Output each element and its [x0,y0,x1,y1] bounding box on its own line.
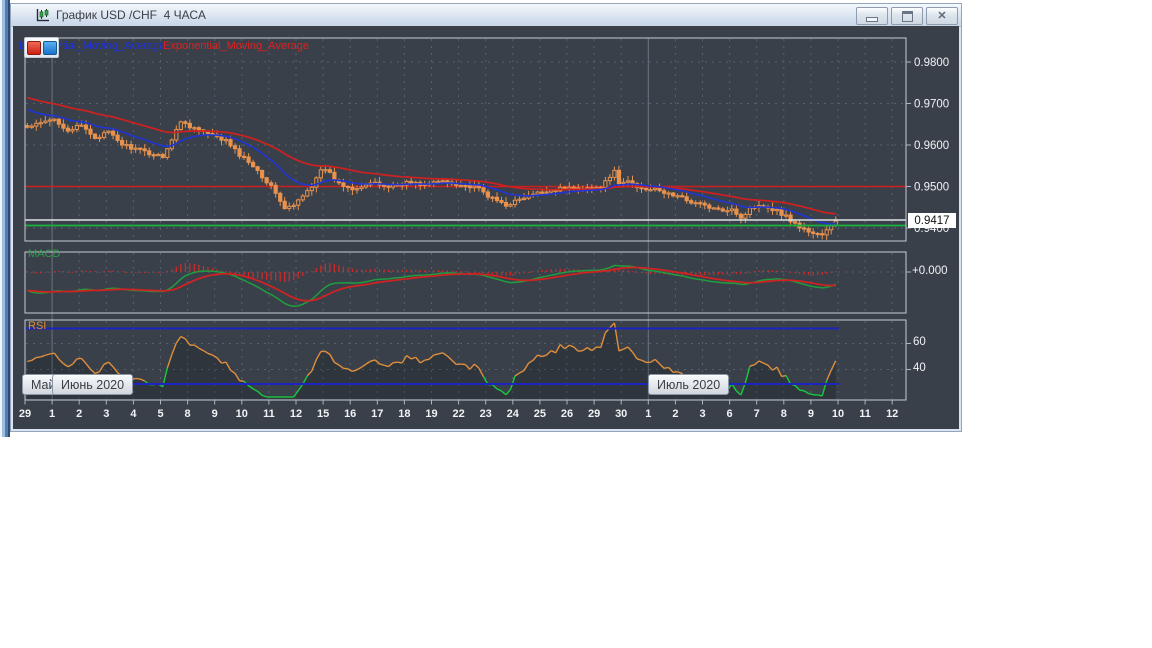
chart-window: График USD /CHF 4 ЧАСА ✕ [10,3,962,432]
red-indicator-button[interactable] [26,40,41,55]
period-label-june[interactable]: Июнь 2020 [52,374,134,395]
macd-label: MACD [28,248,61,260]
blue-indicator-button[interactable] [42,40,57,55]
period-label-july[interactable]: Июль 2020 [648,374,730,395]
rsi-label: RSI [28,320,47,332]
minimize-icon [866,16,878,22]
minimize-button[interactable] [856,7,888,25]
chart-icon [36,8,49,21]
window-title: График USD /CHF 4 ЧАСА [56,8,206,22]
chart-client-area[interactable] [13,26,959,429]
legend-ema-slow: Exponential_Moving_Average [163,40,309,52]
restore-icon [901,10,913,22]
rsi-axis-tick-40: 40 [913,362,926,374]
window-controls: ✕ [856,7,958,25]
titlebar[interactable]: График USD /CHF 4 ЧАСА ✕ [11,4,961,27]
restore-button[interactable] [891,7,923,25]
macd-axis-tick: +0.000 [912,265,948,277]
current-price-tag: 0.9417 [908,213,956,228]
close-icon: ✕ [937,9,947,22]
rsi-axis-tick-60: 60 [913,336,926,348]
close-button[interactable]: ✕ [926,7,958,25]
indicator-toolbar [24,37,59,58]
desktop: { "window": { "title": "График USD /CHF … [0,0,1152,648]
